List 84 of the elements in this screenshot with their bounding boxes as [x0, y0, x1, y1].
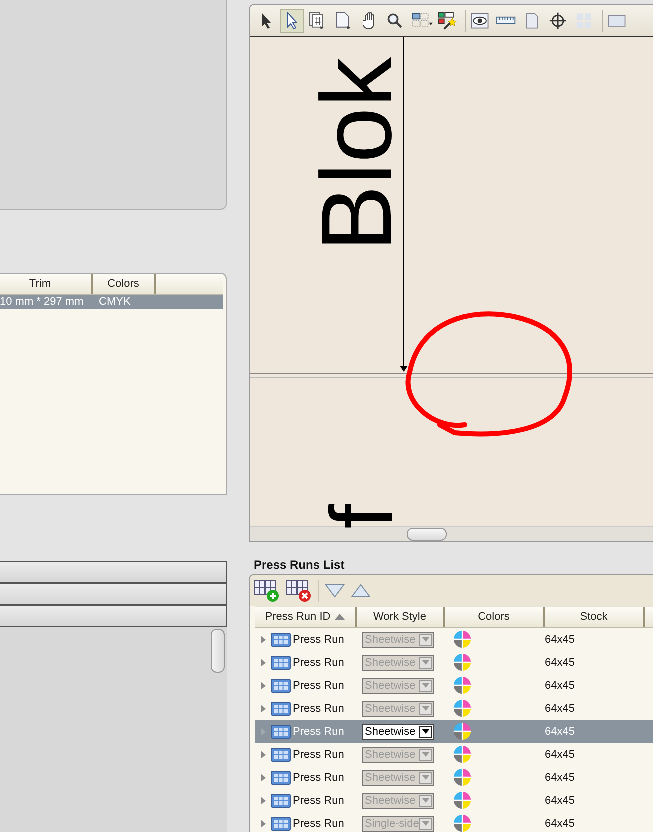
pointer-icon	[286, 12, 298, 30]
table-cell: 64x45	[545, 656, 575, 668]
color-separation-icon	[453, 745, 472, 764]
caret-icon	[422, 729, 430, 734]
table-row[interactable]: Press Run Sheetwise 64x45	[255, 789, 653, 812]
table-cell: 64x45	[545, 702, 575, 714]
table-cell: 64x45	[545, 794, 575, 806]
column-header[interactable]: Work Style	[357, 607, 445, 627]
color-separation-icon	[453, 791, 472, 810]
press-run-grid-icon	[271, 702, 291, 716]
hand-icon	[363, 12, 377, 30]
magic-wand-icon	[437, 10, 459, 30]
table-row[interactable]: Press Run Sheetwise 64x45	[255, 628, 653, 651]
table-cell: 64x45	[545, 818, 575, 830]
column-header[interactable]: Colors	[445, 607, 545, 627]
scrollbar-thumb[interactable]	[407, 528, 447, 541]
caret-icon	[422, 752, 430, 757]
press-run-name: Press Run	[293, 656, 344, 668]
press-run-grid-icon	[271, 816, 291, 830]
table-row[interactable]: Press Run Sheetwise 64x45	[255, 766, 653, 789]
page-text: Blok	[312, 57, 402, 252]
caret-icon	[422, 821, 430, 826]
remove-grid-icon[interactable]	[286, 580, 312, 602]
expand-arrow-icon[interactable]	[261, 658, 266, 666]
caret-icon	[422, 660, 430, 665]
caret-icon	[422, 637, 430, 642]
press-run-name: Press Run	[293, 794, 344, 806]
page-text: f	[318, 504, 406, 529]
expand-arrow-icon[interactable]	[261, 682, 266, 690]
add-grid-icon[interactable]	[254, 580, 280, 602]
press-run-name: Press Run	[293, 818, 344, 830]
press-run-name: Press Run	[293, 726, 344, 738]
table-row[interactable]: Press Run Sheetwise 64x45	[255, 697, 653, 720]
scrollbar-thumb[interactable]	[211, 629, 225, 673]
collapsed-section-bar[interactable]	[0, 605, 227, 627]
press-run-grid-icon	[271, 748, 291, 762]
caret-icon	[422, 775, 430, 780]
panel-title: Press Runs List	[253, 557, 346, 574]
table-row[interactable]: Press Run Single-side 64x45	[255, 812, 653, 832]
expand-arrow-icon[interactable]	[261, 750, 266, 758]
caret-icon	[422, 798, 430, 803]
press-run-name: Press Run	[293, 748, 344, 760]
expand-arrow-icon[interactable]	[261, 636, 266, 644]
work-style-dropdown[interactable]: Sheetwise	[362, 724, 434, 740]
press-run-grid-icon	[271, 724, 291, 738]
column-header[interactable]: Press Run ID	[255, 607, 357, 627]
table-cell: 64x45	[545, 680, 575, 692]
pointer-icon	[260, 12, 272, 30]
table-row[interactable]: Press Run Sheetwise 64x45	[255, 674, 653, 697]
column-header[interactable]: Stock	[545, 607, 645, 627]
color-separation-icon	[453, 630, 472, 649]
press-run-grid-icon	[271, 678, 291, 692]
color-separation-icon	[453, 814, 472, 832]
color-separation-icon	[453, 699, 472, 718]
press-run-name: Press Run	[293, 680, 344, 692]
expand-arrow-icon[interactable]	[261, 774, 266, 782]
table-cell: 64x45	[545, 772, 575, 784]
move-up-icon[interactable]	[351, 584, 371, 598]
table-cell: 64x45	[545, 726, 575, 738]
collapsed-section-bar[interactable]	[0, 583, 227, 605]
table-cell: 64x45	[545, 634, 575, 646]
press-run-name: Press Run	[293, 702, 344, 714]
table-cell: 64x45	[545, 748, 575, 760]
press-run-name: Press Run	[293, 772, 344, 784]
collapsed-section-bar[interactable]	[0, 561, 227, 583]
color-separation-icon	[453, 768, 472, 787]
color-separation-icon	[453, 653, 472, 672]
table-row[interactable]: Press Run Sheetwise 64x45	[255, 743, 653, 766]
expand-arrow-icon[interactable]	[261, 704, 266, 712]
press-run-grid-icon	[271, 794, 291, 808]
press-run-name: Press Run	[293, 634, 344, 646]
table-row[interactable]: Press Run Sheetwise 64x45	[255, 720, 653, 743]
caret-icon	[422, 706, 430, 711]
color-separation-icon	[453, 722, 472, 741]
press-run-grid-icon	[271, 656, 291, 670]
move-down-icon[interactable]	[325, 584, 345, 598]
press-run-grid-icon	[271, 632, 291, 646]
table-row[interactable]: Press Run Sheetwise 64x45	[255, 651, 653, 674]
pointer-tool-button[interactable]	[280, 8, 304, 32]
press-run-grid-icon	[271, 770, 291, 784]
color-separation-icon	[453, 676, 472, 695]
caret-icon	[422, 683, 430, 688]
expand-arrow-icon[interactable]	[261, 796, 266, 804]
expand-arrow-icon[interactable]	[261, 820, 266, 828]
